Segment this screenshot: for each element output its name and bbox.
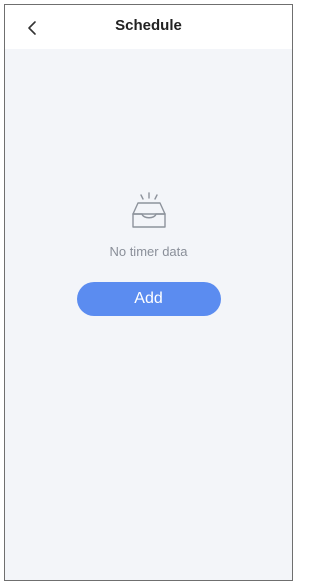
app-screen: Schedule No timer data Add	[4, 4, 293, 581]
page-title: Schedule	[115, 17, 182, 34]
empty-state: No timer data Add	[5, 190, 292, 316]
navigation-bar: Schedule	[5, 5, 292, 49]
empty-inbox-icon	[131, 192, 166, 228]
add-button[interactable]: Add	[76, 282, 221, 316]
empty-state-message: No timer data	[109, 244, 188, 259]
